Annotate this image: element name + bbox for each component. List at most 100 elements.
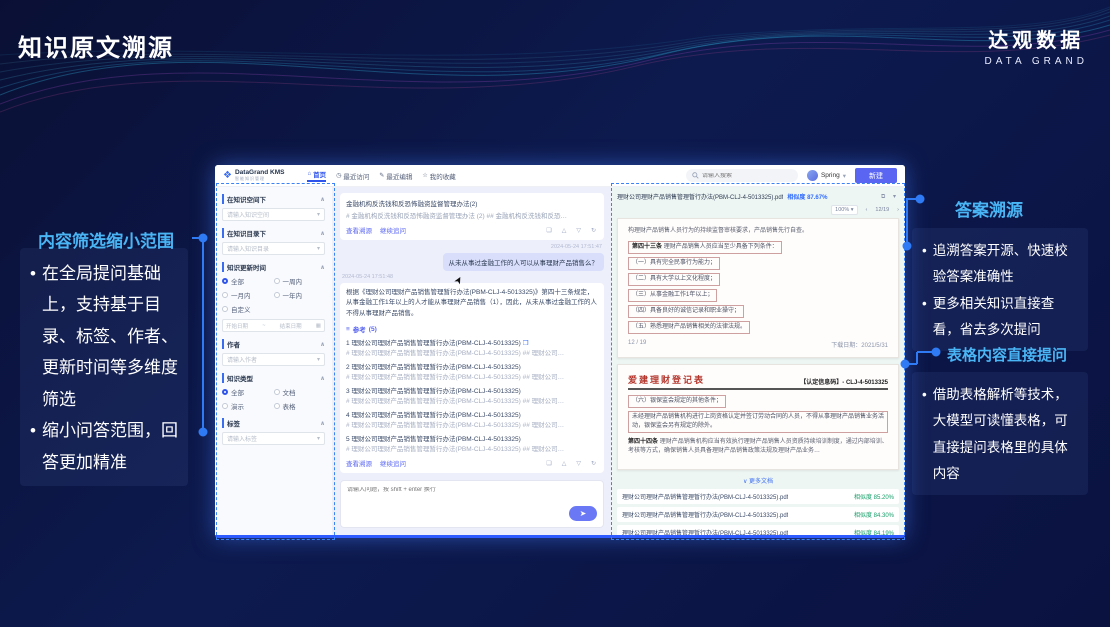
reference-item[interactable]: 4 理财公司理财产品销售管理暂行办法(PBM-CLJ-4-5013325) # … [346,409,598,429]
reference-item[interactable]: 5 理财公司理财产品销售管理暂行办法(PBM-CLJ-4-5013325) # … [346,433,598,453]
reference-count: (5) [369,326,377,333]
type-radio-all[interactable]: 全部 [222,387,274,397]
next-page-button[interactable]: › [897,207,899,213]
annotation-label-answer-trace: 答案溯源 [955,196,1023,221]
ref-snippet: # 理财公司理财产品销售管理暂行办法(PBM-CLJ-4-5013325) ##… [346,419,598,429]
catalog-select[interactable]: 请输入知识目录 ▾ [222,242,325,255]
time-radio-week[interactable]: 一周内 [274,276,326,286]
related-doc-similarity: 相似度 84.19% [854,528,894,535]
clause-text: 理财产品销售人员应当至少具备下列条件： [664,244,778,250]
more-documents-link[interactable]: ∨ 更多文档 [617,476,899,485]
global-search[interactable] [686,169,798,182]
search-input[interactable] [702,173,792,179]
question-input[interactable] [347,487,597,493]
follow-up-button[interactable]: 继续追问 [380,458,406,468]
doc-title[interactable]: 理财公司理财产品销售管理暂行办法(PBM-CLJ-4-5013325).pdf [617,192,783,201]
view-trace-button[interactable]: 查看溯源 [346,458,372,468]
collapse-icon[interactable]: ∧ [320,420,325,427]
nav-item-favorites[interactable]: ☆ 我的收藏 [422,169,455,182]
related-doc-similarity: 相似度 85.20% [854,492,894,501]
reference-item[interactable]: 2 理财公司理财产品销售管理暂行办法(PBM-CLJ-4-5013325) # … [346,361,598,381]
regenerate-icon[interactable]: ↻ [591,460,598,467]
ref-snippet: # 理财公司理财产品销售管理暂行办法(PBM-CLJ-4-5013325) ##… [346,443,598,453]
type-radio-slide[interactable]: 演示 [222,401,274,411]
user-menu[interactable]: Spring ▾ [807,170,846,181]
source-snippet: # 金融机构反洗钱和反恐怖融资监督管理办法 (2) ## 金融机构反洗钱和反恐… [346,210,598,220]
thumbs-down-icon[interactable]: ▽ [576,227,583,234]
annotation-card-answer-trace: • 追溯答案开源、快速校验答案准确性 • 更多相关知识直接查看，省去多次提问 [912,228,1088,351]
radio-label: 自定义 [231,304,251,314]
reference-label: 参考 [353,324,366,334]
collapse-icon[interactable]: ∧ [320,196,325,203]
collapse-icon[interactable]: ∧ [320,230,325,237]
nav-item-recent-visits[interactable]: ◷ 最近访问 [336,169,369,182]
user-message: 从未从事过金融工作的人可以从事理财产品销售么？ [443,253,605,271]
pdf-paragraph: 构理财产品销售人员行为的持续监督审核要求，产品销售先行自查。 [628,227,888,237]
thumbs-down-icon[interactable]: ▽ [576,460,583,467]
collapse-icon[interactable]: ∧ [320,375,325,382]
filter-time-title: 知识更新时间 [222,262,266,272]
radio-label: 一周内 [283,276,303,286]
time-radio-custom[interactable]: 自定义 [222,304,274,314]
collapse-icon[interactable]: ∧ [320,264,325,271]
app-logo-name: DataGrand KMS [235,169,284,176]
nav-item-home[interactable]: ⌂ 首页 [307,169,326,182]
time-radio-year[interactable]: 一年内 [274,290,326,300]
ref-snippet: # 理财公司理财产品销售管理暂行办法(PBM-CLJ-4-5013325) ##… [346,347,598,357]
bullet-dot: • [30,258,36,415]
select-placeholder: 请输入作者 [227,355,257,364]
radio-label: 表格 [283,401,296,411]
regenerate-icon[interactable]: ↻ [591,227,598,234]
reference-item[interactable]: 1 理财公司理财产品销售管理暂行办法(PBM-CLJ-4-5013325) ❒ … [346,337,598,357]
related-doc-row[interactable]: 理财公司理财产品销售管理暂行办法(PBM-CLJ-4-5013325).pdf … [617,507,899,522]
answer-text: 根据《理财公司理财产品销售管理暂行办法(PBM-CLJ-4-5013325)》第… [346,288,598,319]
copy-icon[interactable]: ❏ [546,227,553,234]
prev-page-button[interactable]: ‹ [866,207,868,213]
zoom-select[interactable]: 100% ▾ [831,205,857,215]
annotation-bullet: 借助表格解析等技术，大模型可读懂表格，可直接提问表格里的具体内容 [933,382,1080,487]
pdf-download-date: 下载日期：2021/5/31 [831,340,888,349]
related-doc-row[interactable]: 理财公司理财产品销售管理暂行办法(PBM-CLJ-4-5013325).pdf … [617,525,899,535]
chevron-down-icon: ∨ [743,479,747,485]
time-radio-all[interactable]: 全部 [222,276,274,286]
question-input-box[interactable]: ➤ [340,480,604,528]
author-select[interactable]: 请输入作者 ▾ [222,353,325,366]
new-button[interactable]: 新建 [855,168,897,183]
thumbs-up-icon[interactable]: △ [562,227,569,234]
view-trace-button[interactable]: 查看溯源 [346,225,372,235]
radio-label: 文档 [283,387,296,397]
collapse-icon[interactable]: ∧ [320,341,325,348]
radio-label: 全部 [231,276,244,286]
highlighted-line: （一）具有完全民事行为能力； [628,257,720,270]
copy-icon[interactable]: ❏ [546,460,553,467]
tag-select[interactable]: 请输入标签 ▾ [222,432,325,445]
send-button[interactable]: ➤ [569,506,597,521]
highlighted-line: （四）具备良好的诚信记录和职业操守； [628,305,744,318]
radio-icon [222,389,228,395]
ref-num: 5 [346,436,350,443]
reference-item[interactable]: 3 理财公司理财产品销售管理暂行办法(PBM-CLJ-4-5013325) # … [346,385,598,405]
highlighted-line: （五）熟悉理财产品销售相关的法律法规。 [628,321,750,334]
source-title[interactable]: 金融机构反洗钱和反恐怖融资监督管理办法(2) [346,198,598,208]
radio-label: 全部 [231,387,244,397]
nav-item-recent-edits[interactable]: ✎ 最近编辑 [379,169,412,182]
similarity-value: 87.67% [807,195,827,201]
chevron-down-icon: ▾ [317,435,320,442]
related-doc-row[interactable]: 理财公司理财产品销售管理暂行办法(PBM-CLJ-4-5013325).pdf … [617,489,899,504]
date-range-picker[interactable]: 开始日期 ~ 结束日期 ▦ [222,319,325,332]
assistant-answer: 根据《理财公司理财产品销售管理暂行办法(PBM-CLJ-4-5013325)》第… [340,283,604,473]
type-radio-table[interactable]: 表格 [274,401,326,411]
pdf-page-number: 12 / 19 [628,340,646,349]
app-nav: ⌂ 首页 ◷ 最近访问 ✎ 最近编辑 ☆ 我的收藏 [307,169,455,182]
type-radio-doc[interactable]: 文档 [274,387,326,397]
highlighted-line: （六）银保监会规定的其他条件； [628,395,726,408]
app-logo[interactable]: ❖ DataGrand KMS 智能知识管理 [223,169,284,182]
date-start: 开始日期 [226,322,248,330]
space-select[interactable]: 请输入知识空间 ▾ [222,208,325,221]
annotation-bullet: 更多相关知识直接查看，省去多次提问 [933,291,1080,344]
time-radio-month[interactable]: 一月内 [222,290,274,300]
thumbs-up-icon[interactable]: △ [562,460,569,467]
panel-header-icons[interactable]: ⧉ ▾ [881,193,899,201]
doc-toolbar: 100% ▾ ‹ 12/19 › [617,205,899,215]
follow-up-button[interactable]: 继续追问 [380,225,406,235]
